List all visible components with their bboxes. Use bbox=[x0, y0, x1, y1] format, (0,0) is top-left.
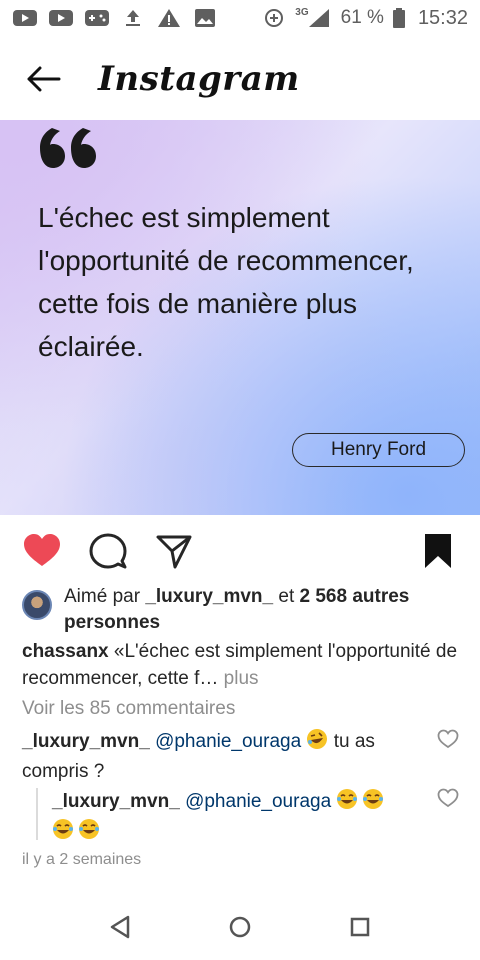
instagram-logo: Instagram bbox=[98, 59, 300, 99]
battery-percent: 61 % bbox=[340, 7, 384, 28]
likes-prefix: Aimé par bbox=[64, 586, 146, 607]
nav-recents-button[interactable] bbox=[342, 909, 378, 945]
post-timestamp: il y a 2 semaines bbox=[22, 851, 142, 868]
caption-more-link[interactable]: plus bbox=[218, 668, 259, 689]
heart-filled-icon bbox=[24, 534, 60, 566]
youtube-icon bbox=[48, 7, 74, 29]
reply-username[interactable]: _luxury_mvn_ bbox=[52, 791, 180, 812]
likes-summary[interactable]: Aimé par _luxury_mvn_ et 2 568 autres pe… bbox=[22, 584, 462, 636]
caption-username[interactable]: chassanx bbox=[22, 641, 109, 662]
bookmark-filled-icon bbox=[425, 534, 451, 568]
home-circle-icon bbox=[229, 916, 251, 938]
save-button[interactable] bbox=[418, 531, 458, 571]
youtube-icon bbox=[12, 7, 38, 29]
comment-mention[interactable]: @phanie_ouraga bbox=[155, 731, 301, 752]
likes-text: Aimé par _luxury_mvn_ et 2 568 autres pe… bbox=[64, 584, 462, 636]
tears-of-joy-emoji-icon bbox=[52, 818, 102, 848]
share-button[interactable] bbox=[154, 531, 194, 571]
post-caption: chassanx «L'échec est simplement l'oppor… bbox=[22, 638, 462, 692]
likes-user-link[interactable]: _luxury_mvn_ bbox=[145, 586, 273, 607]
comment-like-button[interactable] bbox=[437, 729, 459, 749]
heart-outline-icon bbox=[437, 729, 459, 749]
likes-middle: et bbox=[273, 586, 300, 607]
data-saver-icon bbox=[261, 7, 287, 29]
author-label: Henry Ford bbox=[292, 433, 465, 467]
reply-like-button[interactable] bbox=[437, 788, 459, 808]
upload-icon bbox=[120, 7, 146, 29]
comment-username[interactable]: _luxury_mvn_ bbox=[22, 731, 150, 752]
post-actions bbox=[0, 525, 480, 575]
status-bar: 3G 61 % 15:32 bbox=[0, 0, 480, 36]
battery-icon bbox=[392, 7, 406, 29]
clock: 15:32 bbox=[417, 6, 468, 29]
avatar bbox=[22, 590, 52, 620]
quote-mark-icon bbox=[40, 128, 96, 168]
warning-icon bbox=[156, 7, 182, 29]
reply-item: _luxury_mvn_ @phanie_ouraga bbox=[52, 788, 432, 848]
app-header: Instagram bbox=[0, 40, 480, 118]
tears-of-joy-emoji-icon bbox=[336, 788, 386, 818]
back-button[interactable] bbox=[14, 49, 74, 109]
share-icon bbox=[156, 535, 192, 569]
reply-thread-line bbox=[36, 788, 38, 840]
reply-mention[interactable]: @phanie_ouraga bbox=[185, 791, 331, 812]
notification-icons bbox=[12, 7, 218, 29]
quote-text: L'échec est simplement l'opportunité de … bbox=[38, 202, 414, 362]
comment-item: _luxury_mvn_ @phanie_ouraga tu as compri… bbox=[22, 728, 432, 785]
comment-button[interactable] bbox=[88, 531, 128, 571]
back-triangle-icon bbox=[110, 915, 130, 939]
comment-icon bbox=[89, 533, 127, 569]
like-button[interactable] bbox=[22, 531, 62, 571]
game-controller-icon bbox=[84, 7, 110, 29]
image-icon bbox=[192, 7, 218, 29]
recents-square-icon bbox=[350, 917, 370, 937]
signal-3g-icon bbox=[307, 7, 333, 29]
heart-outline-icon bbox=[437, 788, 459, 808]
post-image[interactable]: L'échec est simplement l'opportunité de … bbox=[0, 120, 480, 515]
nav-back-button[interactable] bbox=[102, 909, 138, 945]
nav-home-button[interactable] bbox=[222, 909, 258, 945]
view-comments-link[interactable]: Voir les 85 commentaires bbox=[22, 698, 235, 720]
system-status: 3G 61 % 15:32 bbox=[261, 7, 468, 30]
rolling-laughing-emoji-icon bbox=[306, 728, 328, 758]
system-nav-bar bbox=[0, 895, 480, 960]
arrow-left-icon bbox=[27, 66, 61, 92]
